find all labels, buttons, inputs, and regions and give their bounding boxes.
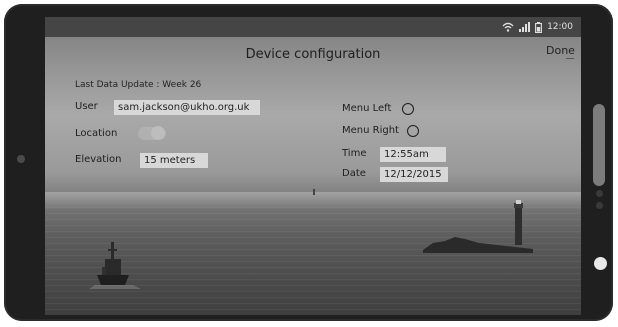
side-dot bbox=[596, 202, 603, 209]
status-bar: 12:00 bbox=[45, 17, 581, 37]
last-data-update: Last Data Update : Week 26 bbox=[75, 80, 202, 90]
done-button[interactable]: Done bbox=[546, 44, 575, 57]
battery-icon bbox=[535, 21, 543, 33]
location-toggle-knob[interactable] bbox=[151, 126, 165, 140]
elevation-field[interactable]: 15 meters bbox=[140, 153, 208, 168]
elevation-label: Elevation bbox=[75, 154, 122, 165]
date-field[interactable]: 12/12/2015 bbox=[380, 167, 448, 182]
status-time: 12:00 bbox=[547, 22, 573, 32]
date-label: Date bbox=[342, 168, 366, 179]
side-slider-bar bbox=[593, 104, 605, 186]
done-underline bbox=[566, 58, 574, 59]
wifi-icon bbox=[502, 22, 514, 32]
camera-dot bbox=[17, 155, 25, 163]
side-dot bbox=[596, 190, 603, 197]
signal-icon bbox=[519, 22, 531, 32]
menu-right-radio[interactable] bbox=[407, 125, 419, 137]
menu-left-label: Menu Left bbox=[342, 103, 392, 114]
dialog-title: Device configuration bbox=[245, 47, 381, 62]
home-button[interactable] bbox=[594, 257, 607, 270]
location-label: Location bbox=[75, 128, 118, 139]
user-field[interactable]: sam.jackson@ukho.org.uk bbox=[114, 100, 260, 115]
user-label: User bbox=[75, 101, 98, 112]
time-label: Time bbox=[342, 148, 367, 159]
menu-left-radio[interactable] bbox=[402, 103, 414, 115]
screen: 12:00 Device configuration Done Last Dat… bbox=[45, 17, 581, 315]
time-field[interactable]: 12:55am bbox=[380, 147, 446, 162]
menu-right-label: Menu Right bbox=[342, 125, 399, 136]
